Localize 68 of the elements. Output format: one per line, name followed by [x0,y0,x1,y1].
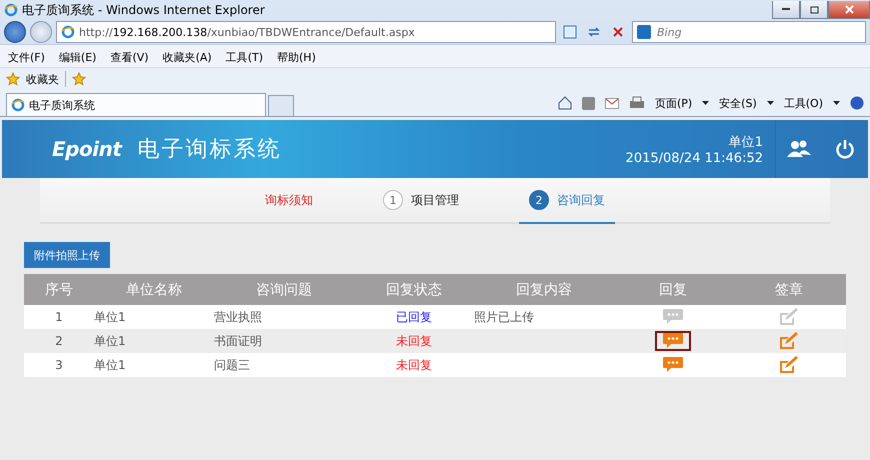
column-header: 序号 [24,274,94,305]
table-cell-text: 问题三 [214,356,251,374]
caret-icon[interactable] [766,101,774,105]
power-icon[interactable] [835,139,855,159]
close-icon [844,5,854,14]
chat-icon[interactable] [663,357,683,373]
browser-icon [11,98,25,112]
window-title: 电子质询系统 - Windows Internet Explorer [22,2,265,18]
logo: Epoint [52,137,122,161]
date-time: 2015/08/24 11:46:52 [626,150,763,166]
home-icon[interactable] [558,96,572,110]
chat-icon[interactable] [663,333,683,349]
mail-icon[interactable] [604,98,619,108]
step-tab[interactable]: 1 项目管理 [373,178,469,224]
printer-icon[interactable] [628,96,645,110]
close-button[interactable] [828,1,870,19]
browser-icon [4,3,18,17]
menu-item[interactable]: 工具(T) [226,50,263,64]
browser-icon [61,25,75,39]
table-cell-text: 已回复 [395,308,433,326]
sign-icon[interactable] [779,332,799,350]
table-cell-text: 单位1 [94,356,127,374]
app-title: 电子询标系统 [137,136,282,164]
add-favorite-icon[interactable] [72,72,86,86]
user-name: 单位1 [728,134,763,150]
favorites-button[interactable]: 收藏夹 [26,72,59,86]
maximize-icon [810,6,818,14]
menu-item[interactable]: 编辑(E) [58,50,96,64]
column-header: 回复状态 [354,274,474,305]
sign-icon[interactable] [779,356,799,374]
minimize-button[interactable] [772,1,800,19]
column-header: 单位名称 [94,274,214,305]
column-header: 回复 [614,274,732,305]
maximize-button[interactable] [800,1,828,19]
minimize-icon [782,8,790,11]
column-header: 回复内容 [474,274,614,305]
column-header: 签章 [732,274,846,305]
search-field[interactable]: Bing [632,21,866,43]
browser-tab[interactable]: 电子质询系统 [6,93,266,116]
column-header: 咨询问题 [214,274,354,305]
table-cell-text: 书面证明 [214,332,263,350]
command-menu[interactable]: 页面(P) [654,96,692,110]
table-cell-text: 未回复 [395,332,433,350]
command-menu[interactable]: 安全(S) [719,96,757,110]
upload-button[interactable]: 附件拍照上传 [24,242,110,268]
table-cell-text: 照片已上传 [474,308,535,326]
menu-item[interactable]: 查看(V) [110,50,149,64]
table-cell-text: 2 [54,333,64,350]
table-cell-text: 未回复 [395,356,433,374]
favorites-star-icon[interactable] [6,72,20,86]
back-button[interactable] [4,21,26,43]
users-icon[interactable] [787,140,811,158]
new-tab-button[interactable] [268,95,294,116]
caret-icon[interactable] [833,101,840,105]
caret-icon[interactable] [702,101,710,105]
menu-item[interactable]: 收藏夹(A) [162,50,212,64]
step-tab[interactable]: 询标须知 [255,178,323,224]
step-tab[interactable]: 2 咨询回复 [519,178,615,224]
menu-item[interactable]: 帮助(H) [277,50,316,64]
table-cell-text: 单位1 [94,332,127,350]
address-field[interactable]: http://192.168.200.138/xunbiao/TBDWEntrance/Default.aspx [56,21,556,43]
table-cell-text: 1 [54,309,64,326]
search-provider-icon [637,25,651,39]
menu-item[interactable]: 文件(F) [8,50,45,64]
table-cell-text: 3 [54,357,64,374]
command-menu[interactable]: 工具(O) [784,96,823,110]
table-cell-text: 营业执照 [214,308,263,326]
table-cell-text: 单位1 [94,308,127,326]
